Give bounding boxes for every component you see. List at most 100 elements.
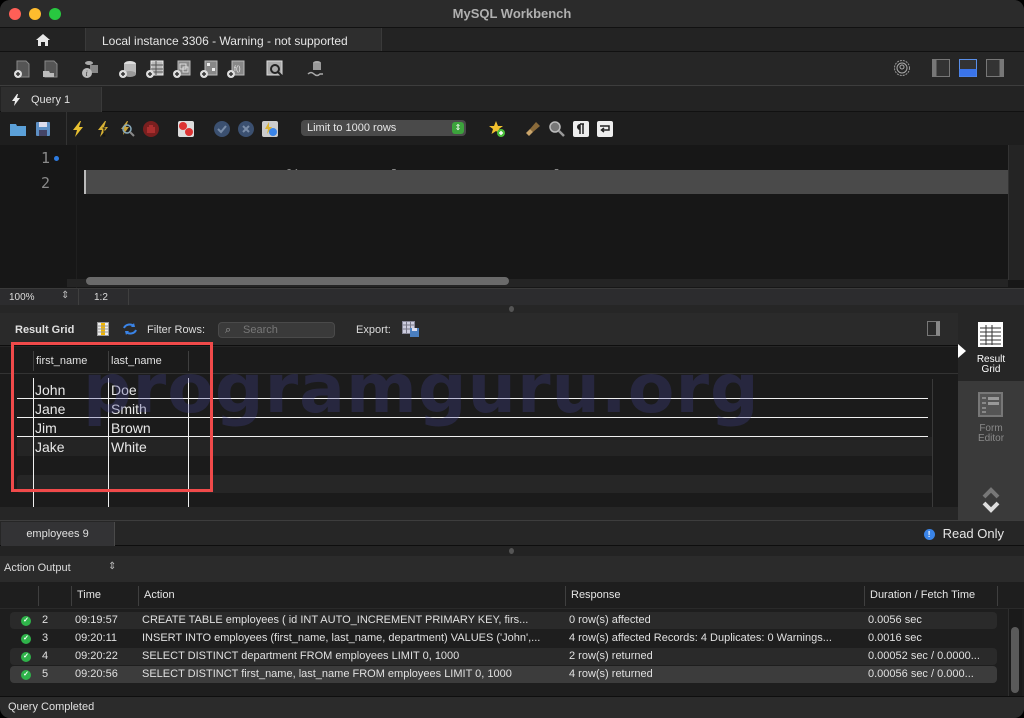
- export-icon[interactable]: [402, 321, 420, 338]
- column-header-action[interactable]: Action: [144, 589, 175, 601]
- column-header-time[interactable]: Time: [77, 589, 101, 601]
- toggle-secondary-sidebar-icon[interactable]: [986, 59, 1004, 77]
- beautify-icon[interactable]: [524, 120, 542, 138]
- query-tab[interactable]: Query 1: [1, 87, 102, 112]
- toggle-output-icon[interactable]: [959, 59, 977, 77]
- rollback-icon[interactable]: [237, 120, 255, 138]
- open-sql-script-icon[interactable]: [40, 59, 60, 79]
- home-tab[interactable]: [0, 28, 85, 51]
- create-schema-icon[interactable]: [118, 59, 138, 79]
- stop-icon[interactable]: [142, 120, 160, 138]
- wrap-lines-icon[interactable]: [596, 120, 614, 138]
- editor-horizontal-scrollbar[interactable]: [86, 277, 509, 285]
- execute-icon[interactable]: [69, 120, 87, 138]
- cell-first-name[interactable]: Jim: [35, 420, 57, 436]
- column-header-response[interactable]: Response: [571, 589, 621, 601]
- table-row[interactable]: Jake White: [17, 437, 933, 456]
- home-icon: [35, 33, 50, 46]
- side-item-label: Grid: [981, 364, 1001, 375]
- output-response: 0 row(s) affected: [569, 614, 651, 626]
- output-time: 09:19:57: [75, 614, 118, 626]
- column-divider[interactable]: [188, 351, 189, 371]
- column-divider[interactable]: [108, 351, 109, 371]
- cell-last-name[interactable]: Brown: [111, 420, 151, 436]
- output-row-number: 2: [42, 614, 49, 626]
- select-stepper-icon[interactable]: ⇕: [108, 561, 116, 572]
- output-type-select[interactable]: Action Output: [4, 562, 71, 574]
- cell-last-name[interactable]: Doe: [111, 382, 137, 398]
- create-function-icon[interactable]: f(): [226, 59, 246, 79]
- svg-text:i: i: [86, 69, 88, 78]
- result-grid-icon[interactable]: [977, 321, 1004, 348]
- svg-text:f(): f(): [234, 66, 241, 73]
- sql-editor[interactable]: 1 2 SELECT DISTINCT first_name, last_nam…: [0, 145, 1024, 288]
- autocommit-icon[interactable]: [261, 120, 279, 138]
- limit-rows-select[interactable]: Limit to 1000 rows ⇕: [301, 120, 466, 136]
- form-editor-icon[interactable]: [977, 391, 1004, 418]
- output-vertical-scrollbar[interactable]: [1011, 627, 1019, 693]
- cell-first-name[interactable]: John: [35, 382, 65, 398]
- side-item-label: Editor: [977, 433, 1005, 444]
- refresh-icon[interactable]: [122, 322, 138, 336]
- editor-vertical-scrollbar[interactable]: [1008, 145, 1024, 280]
- cell-last-name[interactable]: Smith: [111, 401, 147, 417]
- results-output-splitter[interactable]: [0, 546, 1024, 556]
- connection-tab[interactable]: Local instance 3306 - Warning - not supp…: [85, 28, 382, 51]
- cell-first-name[interactable]: Jane: [35, 401, 65, 417]
- result-tab-bar: employees 9 ! Read Only: [0, 520, 1024, 546]
- new-sql-tab-icon[interactable]: [12, 59, 32, 79]
- editor-results-splitter[interactable]: [0, 305, 1024, 313]
- toggle-error-continue-icon[interactable]: [177, 120, 195, 138]
- add-snippet-icon[interactable]: [488, 120, 506, 138]
- column-divider: [71, 586, 72, 606]
- table-row[interactable]: Jim Brown: [17, 418, 933, 437]
- search-table-data-icon[interactable]: [265, 59, 285, 79]
- output-action: INSERT INTO employees (first_name, last_…: [142, 632, 541, 644]
- toggle-sidebar-icon[interactable]: [932, 59, 950, 77]
- create-view-icon[interactable]: [172, 59, 192, 79]
- column-divider: [33, 351, 34, 371]
- lightning-icon: [12, 93, 20, 106]
- output-row[interactable]: ✓ 2 09:19:57 CREATE TABLE employees ( id…: [10, 612, 997, 629]
- success-check-icon: ✓: [21, 670, 31, 680]
- table-row[interactable]: John Doe: [17, 380, 933, 399]
- column-toggle-icon[interactable]: [97, 322, 109, 336]
- invisible-chars-icon[interactable]: [572, 120, 590, 138]
- reconnect-icon[interactable]: [305, 59, 325, 79]
- sql-editor-toolbar: [0, 112, 1024, 145]
- create-procedure-icon[interactable]: [199, 59, 219, 79]
- column-gridline: [108, 378, 109, 507]
- current-line-highlight: [84, 170, 1008, 194]
- empty-row: [17, 475, 933, 493]
- filter-rows-search-input[interactable]: ⌕ Search: [218, 322, 335, 338]
- find-icon[interactable]: [548, 120, 566, 138]
- output-row[interactable]: ✓ 5 09:20:56 SELECT DISTINCT first_name,…: [10, 666, 997, 683]
- explain-icon[interactable]: [118, 120, 136, 138]
- output-row[interactable]: ✓ 3 09:20:11 INSERT INTO employees (firs…: [10, 630, 997, 647]
- preferences-icon[interactable]: [893, 59, 911, 77]
- output-row-number: 3: [42, 632, 49, 644]
- column-divider: [864, 586, 865, 606]
- create-table-icon[interactable]: [145, 59, 165, 79]
- output-row[interactable]: ✓ 4 09:20:22 SELECT DISTINCT department …: [10, 648, 997, 665]
- cell-first-name[interactable]: Jake: [35, 439, 65, 455]
- save-icon[interactable]: [34, 120, 52, 138]
- open-file-icon[interactable]: [9, 120, 27, 138]
- commit-icon[interactable]: [213, 120, 231, 138]
- column-header-duration[interactable]: Duration / Fetch Time: [870, 589, 975, 601]
- cell-last-name[interactable]: White: [111, 439, 147, 455]
- schema-inspector-icon[interactable]: i: [80, 59, 100, 79]
- output-time: 09:20:22: [75, 650, 118, 662]
- zoom-stepper-icon[interactable]: ⇕: [61, 290, 69, 301]
- toggle-panel-icon[interactable]: [927, 321, 940, 336]
- column-header-last-name[interactable]: last_name: [111, 355, 162, 367]
- output-action: SELECT DISTINCT first_name, last_name FR…: [142, 668, 512, 680]
- result-tab[interactable]: employees 9: [1, 522, 115, 546]
- success-check-icon: ✓: [21, 652, 31, 662]
- column-header-first-name[interactable]: first_name: [36, 355, 87, 367]
- table-row[interactable]: Jane Smith: [17, 399, 933, 418]
- limit-rows-value: Limit to 1000 rows: [307, 122, 397, 134]
- execute-current-icon[interactable]: [94, 120, 112, 138]
- action-output-header: Action Output ⇕: [0, 556, 1024, 582]
- scroll-more-icon[interactable]: [981, 485, 1001, 515]
